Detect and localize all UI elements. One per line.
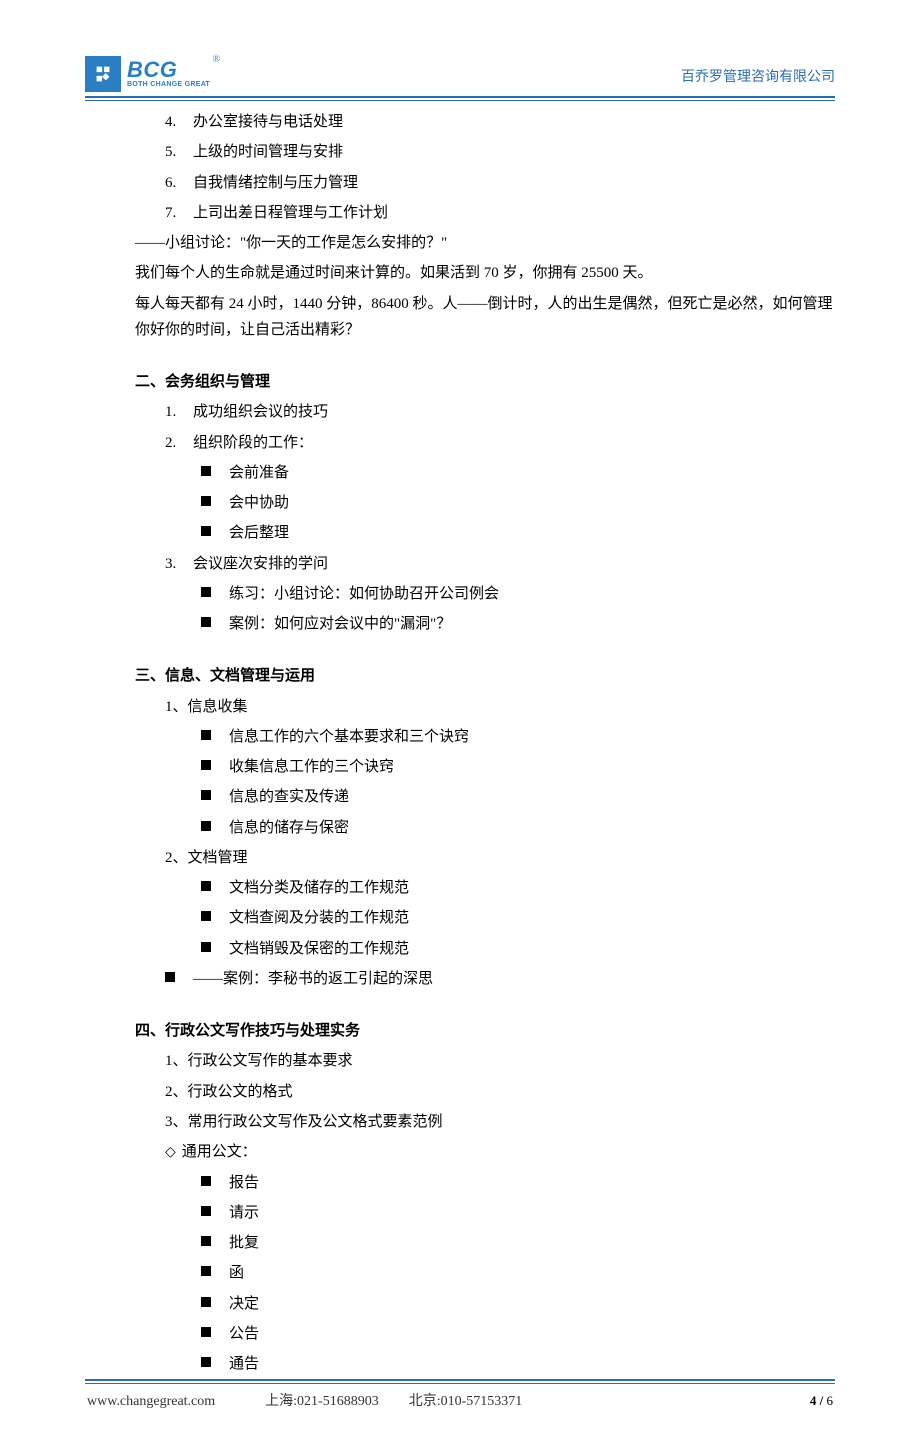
section3-case: ——案例：李秘书的返工引起的深思 [85,964,835,994]
section2-sub2: 会前准备 会中协助 会后整理 [85,458,835,549]
list-item: 6.自我情绪控制与压力管理 [165,168,835,198]
company-name: 百乔罗管理咨询有限公司 [681,66,835,93]
section4-heading: 四、行政公文写作技巧与处理实务 [85,1016,835,1046]
list-item: 1.成功组织会议的技巧 [165,397,835,427]
section2-list-b: 3.会议座次安排的学问 [85,549,835,579]
list-text: 上级的时间管理与安排 [193,144,343,160]
list-text: 办公室接待与电话处理 [193,114,343,130]
logo-subtitle: BOTH CHANGE GREAT [127,81,210,89]
bullet-text: 函 [229,1265,244,1281]
logo-text: BCG [127,59,210,81]
page-header: ® BCG BOTH CHANGE GREAT 百乔罗管理咨询有限公司 [85,56,835,94]
bullet-text: 会中协助 [229,495,289,511]
bullet-item: 信息工作的六个基本要求和三个诀窍 [201,722,835,752]
bullet-text: 信息的查实及传递 [229,789,349,805]
section3-g1: 1、信息收集 [85,692,835,722]
section1-list: 4.办公室接待与电话处理 5.上级的时间管理与安排 6.自我情绪控制与压力管理 … [85,107,835,228]
bullet-item: 信息的查实及传递 [201,782,835,812]
list-item: 7.上司出差日程管理与工作计划 [165,198,835,228]
paragraph: 我们每个人的生命就是通过时间来计算的。如果活到 70 岁，你拥有 25500 天… [85,258,835,288]
bullet-item: 文档分类及储存的工作规范 [201,873,835,903]
logo-mark-icon [85,56,121,92]
bullet-text: 会前准备 [229,465,289,481]
page-footer: www.changegreat.com 上海:021-51688903 北京:0… [85,1379,835,1415]
section2-sub3: 练习：小组讨论：如何协助召开公司例会 案例：如何应对会议中的"漏洞"？ [85,579,835,640]
bullet-text: 案例：如何应对会议中的"漏洞"？ [229,616,451,632]
logo: ® BCG BOTH CHANGE GREAT [85,56,210,92]
bullet-text: 决定 [229,1296,259,1312]
bullet-text: 报告 [229,1175,259,1191]
bullet-text: 公告 [229,1326,259,1342]
page-total: 6 [827,1393,834,1408]
bullet-item: 公告 [201,1319,835,1349]
list-text: 成功组织会议的技巧 [193,404,328,420]
bullet-item: 通告 [201,1349,835,1379]
list-text: 会议座次安排的学问 [193,556,328,572]
bullet-text: 批复 [229,1235,259,1251]
document-page: ® BCG BOTH CHANGE GREAT 百乔罗管理咨询有限公司 4.办公… [0,0,920,1455]
bullet-text: 收集信息工作的三个诀窍 [229,759,394,775]
bullet-item: 批复 [201,1228,835,1258]
section4-n3: 3、常用行政公文写作及公文格式要素范例 [85,1107,835,1137]
bullet-item: ——案例：李秘书的返工引起的深思 [165,964,835,994]
bullet-text: 通告 [229,1356,259,1372]
paragraph: 每人每天都有 24 小时，1440 分钟，86400 秒。人——倒计时，人的出生… [85,289,835,346]
list-item: 3.会议座次安排的学问 [165,549,835,579]
list-item: 4.办公室接待与电话处理 [165,107,835,137]
section3-g2: 2、文档管理 [85,843,835,873]
list-item: 2.组织阶段的工作： [165,428,835,458]
document-body: 4.办公室接待与电话处理 5.上级的时间管理与安排 6.自我情绪控制与压力管理 … [85,101,835,1379]
section4-n2: 2、行政公文的格式 [85,1077,835,1107]
bullet-text: 练习：小组讨论：如何协助召开公司例会 [229,586,499,602]
paragraph: ——小组讨论："你一天的工作是怎么安排的？" [85,228,835,258]
bullet-item: 案例：如何应对会议中的"漏洞"？ [201,609,835,639]
bullet-item: 练习：小组讨论：如何协助召开公司例会 [201,579,835,609]
bullet-text: 文档分类及储存的工作规范 [229,880,409,896]
bullet-item: 会后整理 [201,518,835,548]
footer-beijing: 北京:010-57153371 [409,1390,523,1415]
bullet-item: 报告 [201,1168,835,1198]
bullet-text: 文档销毁及保密的工作规范 [229,941,409,957]
bullet-item: 文档查阅及分装的工作规范 [201,903,835,933]
section2-heading: 二、会务组织与管理 [85,367,835,397]
list-text: 组织阶段的工作： [193,435,313,451]
bullet-text: 信息工作的六个基本要求和三个诀窍 [229,729,469,745]
list-item: 5.上级的时间管理与安排 [165,137,835,167]
page-sep: / [816,1393,826,1408]
bullet-text: 会后整理 [229,525,289,541]
bullet-item: 决定 [201,1289,835,1319]
bullet-text: 信息的储存与保密 [229,820,349,836]
section4-n1: 1、行政公文写作的基本要求 [85,1046,835,1076]
bullet-text: 请示 [229,1205,259,1221]
section3-g2-list: 文档分类及储存的工作规范 文档查阅及分装的工作规范 文档销毁及保密的工作规范 [85,873,835,964]
logo-registered: ® [213,51,221,69]
section4-general-list: 报告 请示 批复 函 决定 公告 通告 [85,1168,835,1380]
bullet-item: 信息的储存与保密 [201,813,835,843]
section2-list: 1.成功组织会议的技巧 2.组织阶段的工作： [85,397,835,458]
footer-divider [85,1379,835,1384]
page-number: 4 / 6 [810,1390,833,1413]
bullet-item: 函 [201,1258,835,1288]
bullet-item: 收集信息工作的三个诀窍 [201,752,835,782]
diamond-text: 通用公文： [182,1144,257,1160]
section4-general: 通用公文： [85,1137,835,1168]
list-text: 上司出差日程管理与工作计划 [193,205,388,221]
section3-heading: 三、信息、文档管理与运用 [85,661,835,691]
bullet-item: 请示 [201,1198,835,1228]
footer-website: www.changegreat.com [87,1390,215,1415]
bullet-item: 会前准备 [201,458,835,488]
bullet-text: 文档查阅及分装的工作规范 [229,910,409,926]
footer-shanghai: 上海:021-51688903 [265,1390,379,1415]
list-text: 自我情绪控制与压力管理 [193,175,358,191]
bullet-item: 文档销毁及保密的工作规范 [201,934,835,964]
section3-g1-list: 信息工作的六个基本要求和三个诀窍 收集信息工作的三个诀窍 信息的查实及传递 信息… [85,722,835,843]
bullet-text: ——案例：李秘书的返工引起的深思 [193,971,433,987]
bullet-item: 会中协助 [201,488,835,518]
